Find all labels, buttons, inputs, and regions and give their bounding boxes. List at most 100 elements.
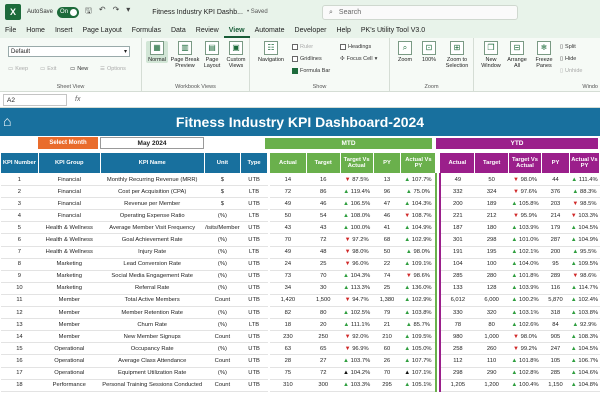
ytd-tva-cell[interactable]: ▼ 97.6%: [508, 185, 542, 199]
mtd-avpy-cell[interactable]: ▲ 85.7%: [400, 318, 436, 332]
type-cell[interactable]: UTB: [240, 197, 268, 211]
arrange-all-button[interactable]: ⊟ Arrange All: [505, 41, 529, 69]
mtd-avpy-cell[interactable]: ▲ 109.1%: [400, 258, 436, 271]
zoom-button[interactable]: ⌕ Zoom: [394, 41, 416, 63]
mtd-actual-cell[interactable]: 82: [269, 306, 307, 320]
ytd-actual-cell[interactable]: 1,205: [439, 379, 475, 392]
mtd-tva-cell[interactable]: ▲ 111.1%: [340, 318, 374, 332]
unit-cell[interactable]: /isits/Member: [204, 221, 241, 235]
kpi-group-cell[interactable]: Member: [38, 306, 101, 320]
kpi-name-cell[interactable]: Cost per Acquisition (CPA): [100, 185, 205, 199]
mtd-target-cell[interactable]: 250: [306, 330, 341, 344]
mtd-actual-cell[interactable]: 75: [269, 367, 307, 380]
kpi-number-cell[interactable]: 4: [0, 209, 39, 223]
unit-cell[interactable]: (%): [204, 246, 241, 259]
ytd-py-cell[interactable]: 214: [541, 209, 570, 223]
type-cell[interactable]: UTB: [240, 379, 268, 392]
mtd-target-cell[interactable]: 65: [306, 342, 341, 356]
mtd-target-cell[interactable]: 43: [306, 221, 341, 235]
ruler-checkbox[interactable]: Ruler: [292, 44, 313, 50]
kpi-name-cell[interactable]: Social Media Engagement Rate: [100, 270, 205, 283]
unit-cell[interactable]: $: [204, 197, 241, 211]
mtd-tva-cell[interactable]: ▼ 87.5%: [340, 173, 374, 187]
type-cell[interactable]: UTB: [240, 342, 268, 356]
ytd-actual-cell[interactable]: 133: [439, 282, 475, 295]
gridlines-checkbox[interactable]: Gridlines: [292, 56, 322, 62]
mtd-py-cell[interactable]: 60: [373, 342, 401, 356]
type-cell[interactable]: LTB: [240, 318, 268, 332]
type-cell[interactable]: UTB: [240, 306, 268, 320]
mtd-py-cell[interactable]: 21: [373, 318, 401, 332]
mtd-py-cell[interactable]: 295: [373, 379, 401, 392]
ytd-tva-cell[interactable]: ▼ 98.0%: [508, 330, 542, 344]
zoom-to-selection-button[interactable]: ⊞ Zoom to Selection: [442, 41, 472, 69]
ytd-py-cell[interactable]: 289: [541, 270, 570, 283]
kpi-group-cell[interactable]: Health & Wellness: [38, 221, 101, 235]
mtd-target-cell[interactable]: 20: [306, 318, 341, 332]
mtd-avpy-cell[interactable]: ▲ 105.0%: [400, 342, 436, 356]
kpi-group-cell[interactable]: Marketing: [38, 258, 101, 271]
ytd-target-cell[interactable]: 80: [474, 318, 509, 332]
kpi-group-cell[interactable]: Financial: [38, 197, 101, 211]
custom-views-button[interactable]: ▣ Custom Views: [224, 41, 248, 69]
mtd-py-cell[interactable]: 13: [373, 173, 401, 187]
ytd-target-cell[interactable]: 1,200: [474, 379, 509, 392]
ytd-avpy-cell[interactable]: ▼ 103.3%: [569, 209, 600, 223]
type-cell[interactable]: UTB: [240, 221, 268, 235]
kpi-name-cell[interactable]: Occupancy Rate: [100, 342, 205, 356]
mtd-tva-cell[interactable]: ▲ 119.4%: [340, 185, 374, 199]
mtd-target-cell[interactable]: 70: [306, 270, 341, 283]
mtd-actual-cell[interactable]: 63: [269, 342, 307, 356]
unit-cell[interactable]: $: [204, 173, 241, 187]
mtd-actual-cell[interactable]: 34: [269, 282, 307, 295]
freeze-panes-button[interactable]: ❄ Freeze Panes: [530, 41, 558, 69]
ytd-py-cell[interactable]: 116: [541, 282, 570, 295]
save-icon[interactable]: 🖫: [85, 5, 92, 19]
kpi-number-cell[interactable]: 16: [0, 354, 39, 368]
split-button[interactable]: ▯ Split: [560, 44, 576, 50]
mtd-target-cell[interactable]: 25: [306, 258, 341, 271]
mtd-target-cell[interactable]: 80: [306, 306, 341, 320]
ytd-py-cell[interactable]: 95: [541, 258, 570, 271]
autosave-toggle[interactable]: On: [57, 6, 80, 18]
kpi-number-cell[interactable]: 15: [0, 342, 39, 356]
mtd-tva-cell[interactable]: ▲ 102.5%: [340, 306, 374, 320]
ytd-target-cell[interactable]: 195: [474, 246, 509, 259]
type-cell[interactable]: UTB: [240, 233, 268, 247]
mtd-actual-cell[interactable]: 28: [269, 354, 307, 368]
ytd-target-cell[interactable]: 50: [474, 173, 509, 187]
ytd-avpy-cell[interactable]: ▲ 114.7%: [569, 282, 600, 295]
mtd-target-cell[interactable]: 27: [306, 354, 341, 368]
unit-cell[interactable]: (%): [204, 258, 241, 271]
kpi-group-cell[interactable]: Health & Wellness: [38, 246, 101, 259]
mtd-tva-cell[interactable]: ▲ 100.0%: [340, 221, 374, 235]
ytd-actual-cell[interactable]: 221: [439, 209, 475, 223]
mtd-avpy-cell[interactable]: ▲ 98.0%: [400, 246, 436, 259]
ytd-tva-cell[interactable]: ▲ 100.4%: [508, 379, 542, 392]
tab-review[interactable]: Review: [191, 24, 224, 38]
ytd-target-cell[interactable]: 290: [474, 367, 509, 380]
ytd-avpy-cell[interactable]: ▲ 92.9%: [569, 318, 600, 332]
ytd-avpy-cell[interactable]: ▲ 109.5%: [569, 258, 600, 271]
ytd-avpy-cell[interactable]: ▲ 104.8%: [569, 379, 600, 392]
ytd-tva-cell[interactable]: ▲ 102.1%: [508, 246, 542, 259]
ytd-avpy-cell[interactable]: ▲ 103.8%: [569, 306, 600, 320]
mtd-actual-cell[interactable]: 1,420: [269, 294, 307, 308]
ytd-py-cell[interactable]: 44: [541, 173, 570, 187]
mtd-avpy-cell[interactable]: ▲ 107.7%: [400, 173, 436, 187]
kpi-number-cell[interactable]: 8: [0, 258, 39, 271]
ytd-actual-cell[interactable]: 200: [439, 197, 475, 211]
normal-view-button[interactable]: ▦ Normal: [146, 41, 168, 63]
mtd-actual-cell[interactable]: 24: [269, 258, 307, 271]
ytd-py-cell[interactable]: 84: [541, 318, 570, 332]
home-icon[interactable]: ⌂: [3, 112, 21, 130]
kpi-number-cell[interactable]: 9: [0, 270, 39, 283]
search-box[interactable]: ⌕ Search: [322, 5, 518, 20]
ytd-tva-cell[interactable]: ▲ 101.0%: [508, 233, 542, 247]
kpi-name-cell[interactable]: Monthly Recurring Revenue (MRR): [100, 173, 205, 187]
mtd-target-cell[interactable]: 86: [306, 185, 341, 199]
mtd-avpy-cell[interactable]: ▲ 102.9%: [400, 294, 436, 308]
ytd-py-cell[interactable]: 247: [541, 342, 570, 356]
page-break-preview-button[interactable]: ▥ Page Break Preview: [170, 41, 200, 69]
ytd-avpy-cell[interactable]: ▲ 95.5%: [569, 246, 600, 259]
